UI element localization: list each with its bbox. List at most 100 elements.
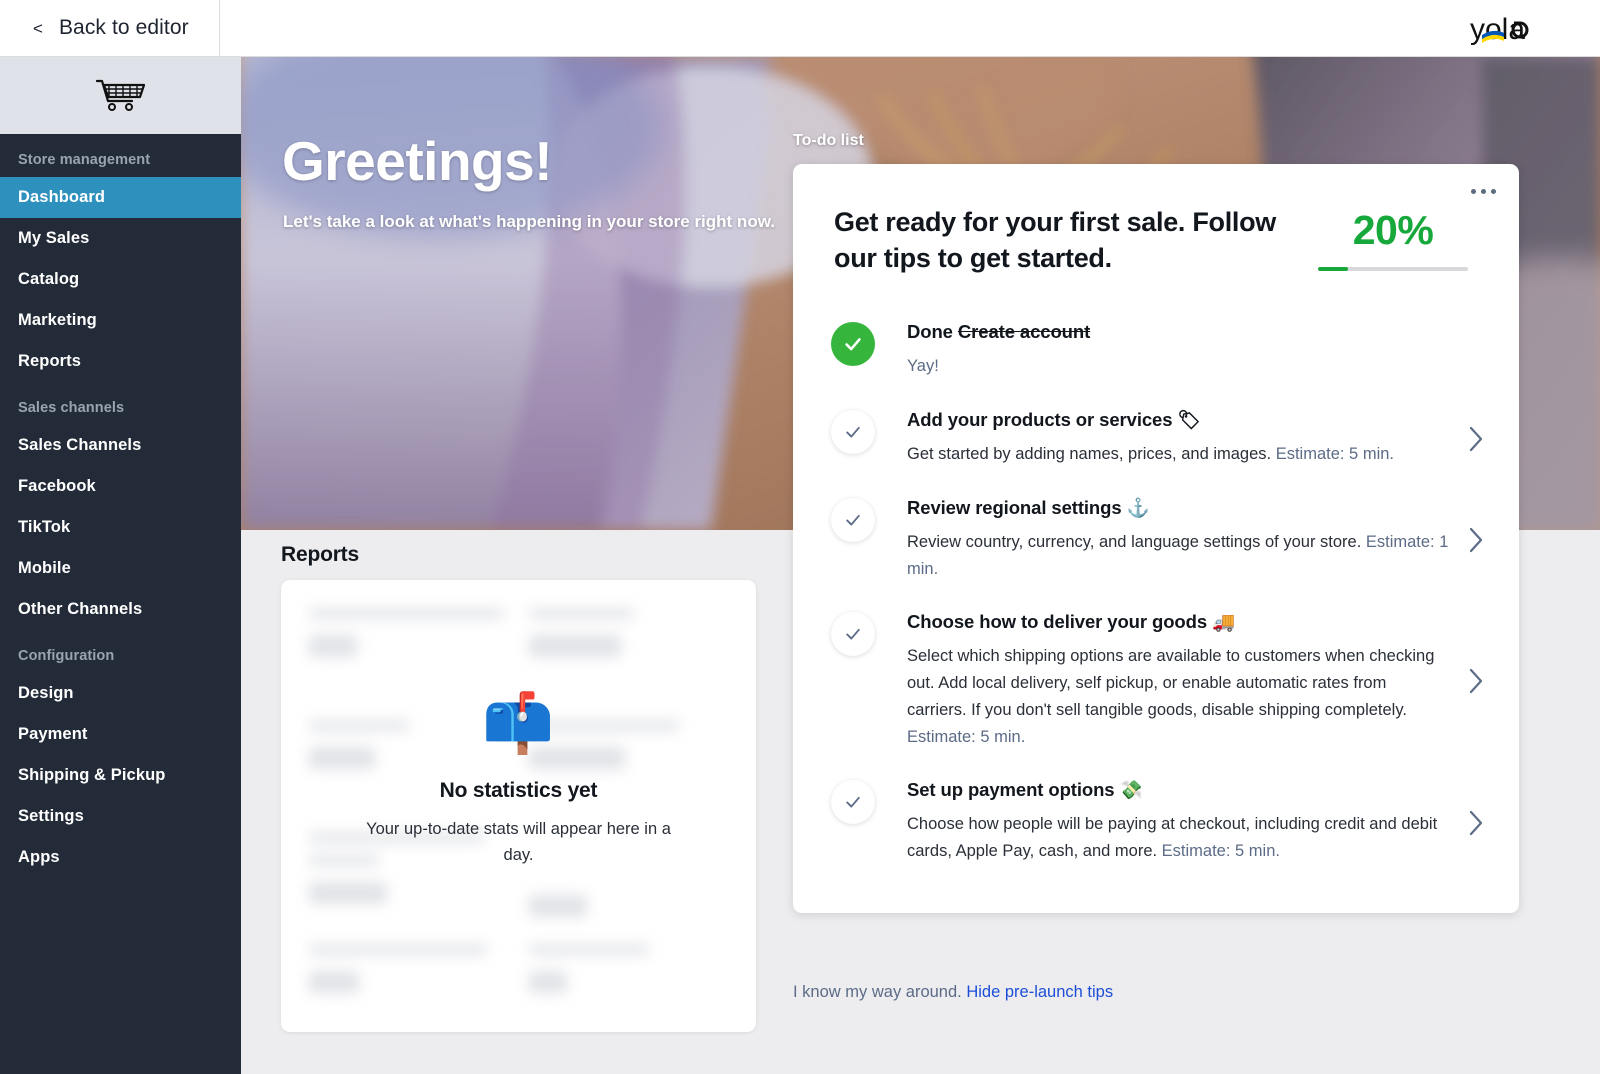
todo-item-list: Done Create account Yay! Add your products… xyxy=(793,306,1519,878)
todo-header: Get ready for your first sale. Follow ou… xyxy=(793,204,1519,276)
todo-item-title: Add your products or services 🏷 xyxy=(907,408,1449,432)
sidebar-item-dashboard[interactable]: Dashboard xyxy=(0,177,241,218)
sidebar-item-settings[interactable]: Settings xyxy=(0,796,241,837)
sidebar-item-label: Design xyxy=(18,684,74,702)
todo-item-body: Add your products or services 🏷 Get start… xyxy=(907,408,1459,468)
chevron-right-icon[interactable] xyxy=(1459,423,1493,453)
todo-item-estimate: Estimate: 5 min. xyxy=(1161,842,1280,861)
progress-fill xyxy=(1318,267,1348,271)
reports-empty-state: 📫 No statistics yet Your up-to-date stat… xyxy=(281,695,756,869)
sidebar-item-marketing[interactable]: Marketing xyxy=(0,300,241,341)
todo-item-emoji-icon: 💸 xyxy=(1119,779,1143,801)
chevron-right-icon[interactable] xyxy=(1459,807,1493,837)
check-pending-icon[interactable] xyxy=(831,612,875,657)
todo-item-description: Review country, currency, and language s… xyxy=(907,529,1449,582)
todo-item-description-text: Select which shipping options are availa… xyxy=(907,647,1435,719)
todo-item-description: Yay! xyxy=(907,353,1449,380)
sidebar-item-label: Apps xyxy=(18,848,60,866)
hide-tips-row: I know my way around. Hide pre-launch ti… xyxy=(793,983,1113,1002)
todo-item-title: Review regional settings ⚓ xyxy=(907,496,1449,520)
sidebar-item-other-channels[interactable]: Other Channels xyxy=(0,589,241,630)
sidebar-item-shipping-pickup[interactable]: Shipping & Pickup xyxy=(0,755,241,796)
sidebar-item-label: TikTok xyxy=(18,518,71,536)
todo-item-description-text: Get started by adding names, prices, and… xyxy=(907,445,1276,464)
todo-item-body: Choose how to deliver your goods 🚚 Select… xyxy=(907,610,1459,750)
top-bar: < Back to editor yola xyxy=(0,0,1600,57)
back-chevron-icon: < xyxy=(33,18,43,38)
todo-item[interactable]: Review regional settings ⚓ Review country… xyxy=(793,482,1519,596)
todo-item-title: Set up payment options 💸 xyxy=(907,778,1449,802)
sidebar-item-label: My Sales xyxy=(18,229,90,247)
todo-item-description: Select which shipping options are availa… xyxy=(907,643,1449,750)
todo-item: Done Create account Yay! xyxy=(793,306,1519,394)
sidebar-group-title: Store management xyxy=(18,152,151,168)
chevron-right-icon[interactable] xyxy=(1459,665,1493,695)
kebab-menu-icon[interactable] xyxy=(1471,189,1496,194)
sidebar-item-reports[interactable]: Reports xyxy=(0,341,241,382)
todo-item-title-text: Choose how to deliver your goods xyxy=(907,611,1213,633)
back-to-editor-label: Back to editor xyxy=(58,16,189,39)
back-to-editor-button[interactable]: < Back to editor xyxy=(0,0,220,56)
todo-item-emoji-icon: 🚚 xyxy=(1212,611,1235,633)
check-pending-icon[interactable] xyxy=(831,497,875,542)
sidebar-item-label: Shipping & Pickup xyxy=(18,766,166,784)
sidebar-item-design[interactable]: Design xyxy=(0,673,241,714)
mailbox-icon: 📫 xyxy=(482,691,555,756)
todo-item-description-text: Review country, currency, and language s… xyxy=(907,532,1366,551)
sidebar-item-mobile[interactable]: Mobile xyxy=(0,548,241,589)
yola-logo[interactable]: yola xyxy=(1470,9,1560,49)
svg-text:yola: yola xyxy=(1470,13,1525,46)
todo-item-title: Done Create account xyxy=(907,320,1449,344)
sidebar-item-label: Settings xyxy=(18,807,84,825)
check-pending-icon[interactable] xyxy=(831,780,875,825)
reports-section-title: Reports xyxy=(281,543,359,566)
todo-item-description: Choose how people will be paying at chec… xyxy=(907,811,1449,864)
todo-item[interactable]: Set up payment options 💸 Choose how peopl… xyxy=(793,764,1519,878)
chevron-placeholder xyxy=(1459,349,1493,351)
sidebar-item-payment[interactable]: Payment xyxy=(0,714,241,755)
sidebar-item-catalog[interactable]: Catalog xyxy=(0,259,241,300)
todo-item[interactable]: Choose how to deliver your goods 🚚 Select… xyxy=(793,596,1519,764)
todo-item-estimate: Estimate: 5 min. xyxy=(907,727,1026,746)
sidebar-item-label: Facebook xyxy=(18,477,96,495)
todo-list-card: Get ready for your first sale. Follow ou… xyxy=(793,164,1519,913)
sidebar: Store management Dashboard My Sales Catalog… xyxy=(0,57,241,1074)
sidebar-item-sales-channels[interactable]: Sales Channels xyxy=(0,425,241,466)
todo-item-body: Set up payment options 💸 Choose how peopl… xyxy=(907,778,1459,864)
progress-indicator: 20% xyxy=(1318,204,1468,271)
sidebar-item-facebook[interactable]: Facebook xyxy=(0,466,241,507)
todo-item-description: Get started by adding names, prices, and… xyxy=(907,441,1449,468)
sidebar-item-label: Catalog xyxy=(18,270,80,288)
todo-item-title-struck: Create account xyxy=(957,321,1091,343)
todo-item-body: Done Create account Yay! xyxy=(907,320,1459,380)
empty-state-subtitle: Your up-to-date stats will appear here i… xyxy=(366,820,671,865)
todo-item-description-text: Yay! xyxy=(907,357,939,376)
sidebar-item-my-sales[interactable]: My Sales xyxy=(0,218,241,259)
reports-card: 📫 No statistics yet Your up-to-date stat… xyxy=(281,580,756,1032)
sidebar-item-label: Sales Channels xyxy=(18,436,142,454)
sidebar-item-label: Other Channels xyxy=(18,600,143,618)
sidebar-item-label: Reports xyxy=(18,352,82,370)
check-pending-icon[interactable] xyxy=(831,410,875,455)
todo-list-label: To-do list xyxy=(793,132,864,149)
empty-state-title: No statistics yet xyxy=(439,779,598,802)
sidebar-item-label: Marketing xyxy=(18,311,97,329)
sidebar-item-apps[interactable]: Apps xyxy=(0,837,241,878)
todo-item-body: Review regional settings ⚓ Review country… xyxy=(907,496,1459,582)
check-done-icon[interactable] xyxy=(831,322,875,367)
hide-pre-launch-tips-link[interactable]: Hide pre-launch tips xyxy=(966,983,1113,1001)
page-subtitle: Let's take a look at what's happening in… xyxy=(283,212,776,231)
todo-item-title-text: Done xyxy=(907,321,958,343)
sidebar-group-title: Sales channels xyxy=(18,400,125,416)
todo-item-emoji-icon: ⚓ xyxy=(1126,496,1150,518)
todo-heading: Get ready for your first sale. Follow ou… xyxy=(834,207,1277,274)
sidebar-item-tiktok[interactable]: TikTok xyxy=(0,507,241,548)
shopping-cart-icon xyxy=(0,57,241,134)
todo-item[interactable]: Add your products or services 🏷 Get start… xyxy=(793,394,1519,482)
chevron-right-icon[interactable] xyxy=(1459,524,1493,554)
sidebar-group-title: Configuration xyxy=(18,648,115,664)
progress-track xyxy=(1318,267,1468,271)
page-title: Greetings! xyxy=(282,130,553,192)
todo-item-title-text: Set up payment options xyxy=(907,779,1120,801)
sidebar-item-label: Payment xyxy=(18,725,88,743)
